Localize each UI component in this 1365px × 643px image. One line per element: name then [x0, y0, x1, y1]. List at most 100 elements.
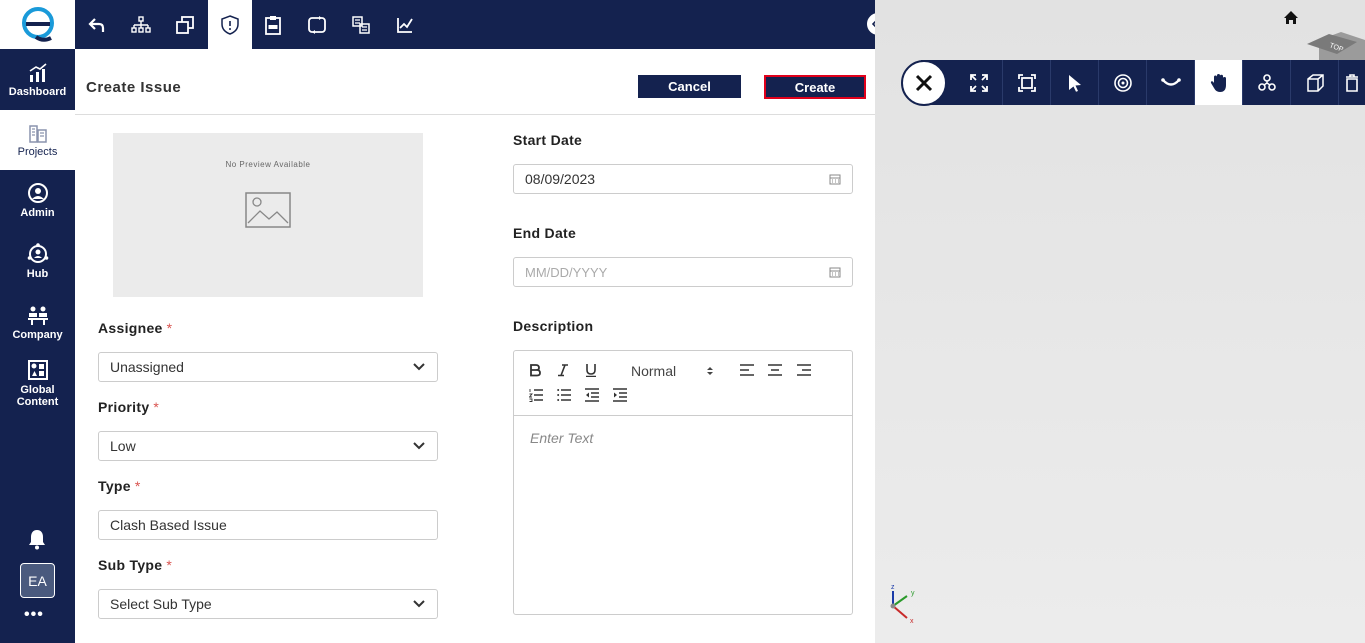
- 3d-viewer[interactable]: TOP z y x: [875, 0, 1365, 643]
- assignee-select[interactable]: Unassigned: [98, 352, 438, 382]
- subtype-select[interactable]: Select Sub Type: [98, 589, 438, 619]
- text-format-select[interactable]: Normal: [631, 363, 676, 379]
- nav-projects[interactable]: Projects: [0, 110, 75, 170]
- close-viewer-tools-button[interactable]: [901, 60, 947, 106]
- start-date-input[interactable]: 08/09/2023: [513, 164, 853, 194]
- required-marker: *: [166, 557, 173, 573]
- chevron-down-icon: [413, 363, 425, 371]
- italic-icon: [558, 364, 568, 377]
- assignee-label: Assignee *: [98, 320, 172, 336]
- editor-toolbar: Normal: [514, 351, 852, 416]
- section-box-button[interactable]: [1291, 60, 1339, 105]
- nav-projects-label: Projects: [17, 145, 58, 158]
- nav-company[interactable]: Company: [0, 292, 75, 352]
- trash-icon: [1346, 73, 1358, 92]
- start-date-label: Start Date: [513, 132, 583, 148]
- end-date-placeholder: MM/DD/YYYY: [525, 264, 608, 280]
- issues-button[interactable]: [208, 0, 252, 49]
- fit-view-icon: [1017, 73, 1036, 92]
- nav-company-label: Company: [12, 328, 63, 341]
- hierarchy-button[interactable]: [119, 0, 163, 49]
- nav-dashboard[interactable]: Dashboard: [0, 50, 75, 110]
- outdent-button[interactable]: [585, 388, 599, 402]
- align-center-button[interactable]: [768, 364, 782, 376]
- type-field[interactable]: Clash Based Issue: [98, 510, 438, 540]
- more-menu-button[interactable]: •••: [24, 606, 44, 624]
- markup-button[interactable]: [383, 0, 427, 49]
- indent-button[interactable]: [613, 388, 627, 402]
- dashboard-chart-icon: [29, 62, 47, 82]
- calendar-icon: [829, 267, 841, 278]
- home-icon[interactable]: [1283, 10, 1299, 25]
- bold-button[interactable]: [528, 363, 542, 377]
- notifications-button[interactable]: [26, 528, 48, 555]
- admin-user-icon: [27, 182, 48, 203]
- ordered-list-icon: [529, 389, 543, 402]
- bullet-list-icon: [557, 389, 571, 401]
- back-button[interactable]: [75, 0, 119, 49]
- rfi-button[interactable]: [251, 0, 295, 49]
- copy-button[interactable]: [163, 0, 207, 49]
- model-tree-button[interactable]: [1243, 60, 1291, 105]
- fullscreen-button[interactable]: [955, 60, 1003, 105]
- subtype-label: Sub Type *: [98, 557, 172, 573]
- ordered-list-button[interactable]: [529, 388, 543, 402]
- app-logo[interactable]: [0, 0, 75, 49]
- select-tool-button[interactable]: [1051, 60, 1099, 105]
- rfi-clipboard-icon: [265, 15, 281, 35]
- compare-button[interactable]: [339, 0, 383, 49]
- smile-look-icon: [1160, 77, 1181, 86]
- image-preview[interactable]: No Preview Available: [113, 133, 423, 297]
- type-label: Type *: [98, 478, 141, 494]
- priority-label: Priority *: [98, 399, 159, 415]
- axis-y-label: y: [911, 590, 915, 597]
- left-sidebar: Dashboard Projects Admin Hub Company Glo…: [0, 0, 75, 643]
- preview-text: No Preview Available: [225, 160, 311, 169]
- nav-global-content[interactable]: Global Content: [0, 353, 75, 413]
- undo-arrow-icon: [88, 17, 105, 32]
- orbit-button[interactable]: [1099, 60, 1147, 105]
- fit-view-button[interactable]: [1003, 60, 1051, 105]
- look-button[interactable]: [1147, 60, 1195, 105]
- cancel-button[interactable]: Cancel: [638, 75, 741, 98]
- markup-chart-icon: [397, 17, 413, 33]
- create-button[interactable]: Create: [764, 75, 866, 99]
- start-date-value: 08/09/2023: [525, 171, 596, 187]
- required-marker: *: [153, 399, 160, 415]
- priority-select[interactable]: Low: [98, 431, 438, 461]
- align-right-button[interactable]: [797, 364, 811, 376]
- indent-icon: [613, 388, 627, 402]
- hierarchy-icon: [131, 15, 151, 33]
- description-textarea[interactable]: Enter Text: [530, 430, 593, 446]
- align-right-icon: [797, 364, 811, 376]
- description-label: Description: [513, 318, 594, 334]
- end-date-input[interactable]: MM/DD/YYYY: [513, 257, 853, 287]
- user-avatar[interactable]: EA: [20, 563, 55, 598]
- axis-triad: z y x: [890, 584, 915, 625]
- align-left-button[interactable]: [740, 364, 754, 376]
- hub-icon: [27, 242, 48, 263]
- close-icon: [915, 74, 933, 92]
- page-title: Create Issue: [86, 79, 182, 96]
- nav-hub[interactable]: Hub: [0, 231, 75, 291]
- sync-icon: [308, 15, 326, 34]
- assignee-label-text: Assignee: [98, 320, 163, 336]
- fullscreen-icon: [969, 73, 988, 92]
- bullet-list-button[interactable]: [557, 388, 571, 402]
- top-toolbar: [75, 0, 875, 49]
- viewer-toolbar: [921, 60, 1365, 105]
- shield-issue-icon: [221, 14, 239, 35]
- sync-button[interactable]: [295, 0, 339, 49]
- align-left-icon: [740, 364, 754, 376]
- underline-button[interactable]: [584, 363, 598, 377]
- trash-button[interactable]: [1339, 60, 1365, 105]
- subtype-value: Select Sub Type: [110, 596, 212, 612]
- end-date-label: End Date: [513, 225, 577, 241]
- chevron-down-icon: [413, 600, 425, 608]
- italic-button[interactable]: [556, 363, 570, 377]
- nav-admin[interactable]: Admin: [0, 170, 75, 230]
- compare-icon: [352, 15, 370, 34]
- image-placeholder-icon: [245, 192, 291, 228]
- pan-tool-button[interactable]: [1195, 60, 1243, 105]
- nav-hub-label: Hub: [26, 267, 49, 280]
